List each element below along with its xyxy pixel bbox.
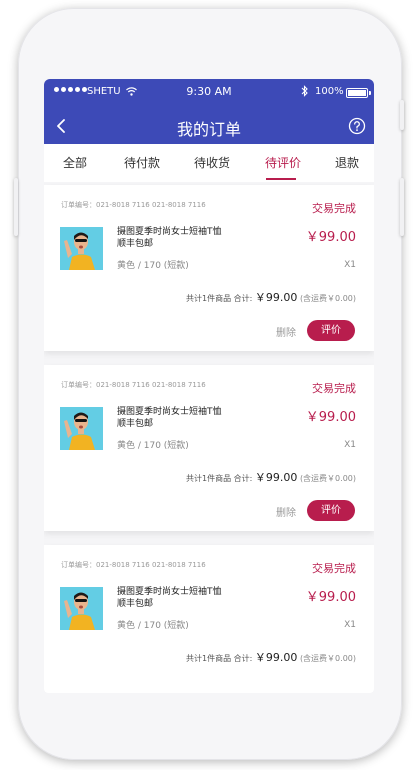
bluetooth-icon — [301, 85, 308, 97]
review-button[interactable]: 评价 — [307, 320, 355, 341]
order-total: ￥99.00 — [254, 651, 298, 664]
order-status: 交易完成 — [312, 202, 356, 215]
product-name[interactable]: 摄图夏季时尚女士短袖T恤 顺丰包邮 — [117, 226, 267, 250]
product-price: ￥99.00 — [305, 590, 356, 605]
product-quantity: X1 — [344, 620, 356, 630]
order-summary: 共计1件商品 合计: ￥99.00 (含运费￥0.00) — [186, 291, 356, 304]
product-price: ￥99.00 — [305, 230, 356, 245]
help-button[interactable] — [348, 117, 366, 135]
order-number: 订单编号：021-8018 7116 021-8018 7116 — [61, 561, 206, 569]
product-image[interactable] — [60, 407, 103, 450]
order-status: 交易完成 — [312, 562, 356, 575]
order-card: 订单编号：021-8018 7116 021-8018 7116 交易完成 摄图… — [44, 545, 374, 693]
tab-pending-review[interactable]: 待评价 — [265, 154, 301, 171]
product-spec: 黄色 / 170 (短款) — [117, 261, 189, 271]
delete-order-button[interactable]: 删除 — [276, 504, 296, 519]
tab-all[interactable]: 全部 — [63, 154, 87, 171]
product-quantity: X1 — [344, 440, 356, 450]
active-tab-indicator — [266, 178, 296, 180]
order-tabs: 全部 待付款 待收货 待评价 退款 — [44, 144, 374, 182]
product-quantity: X1 — [344, 260, 356, 270]
product-name[interactable]: 摄图夏季时尚女士短袖T恤 顺丰包邮 — [117, 586, 267, 610]
order-card: 订单编号：021-8018 7116 021-8018 7116 交易完成 摄图… — [44, 185, 374, 351]
tab-pending-receipt[interactable]: 待收货 — [194, 154, 230, 171]
battery-percent: 100% — [315, 86, 344, 97]
delete-order-button[interactable]: 删除 — [276, 324, 296, 339]
status-bar: SHETU 9:30 AM 100% — [44, 79, 374, 105]
product-spec: 黄色 / 170 (短款) — [117, 621, 189, 631]
order-number: 订单编号：021-8018 7116 021-8018 7116 — [61, 381, 206, 389]
product-spec: 黄色 / 170 (短款) — [117, 441, 189, 451]
page-title: 我的订单 — [176, 120, 241, 139]
top-bar: SHETU 9:30 AM 100% 我的订单 — [44, 79, 374, 144]
order-status: 交易完成 — [312, 382, 356, 395]
order-summary: 共计1件商品 合计: ￥99.00 (含运费￥0.00) — [186, 651, 356, 664]
order-number: 订单编号：021-8018 7116 021-8018 7116 — [61, 201, 206, 209]
app-screen: SHETU 9:30 AM 100% 我的订单 全部 待付款 待收货 待评价 退… — [44, 79, 374, 693]
product-name[interactable]: 摄图夏季时尚女士短袖T恤 顺丰包邮 — [117, 406, 267, 430]
order-total: ￥99.00 — [254, 291, 298, 304]
tab-pending-payment[interactable]: 待付款 — [124, 154, 160, 171]
side-button-right-lower — [400, 178, 404, 236]
review-button[interactable]: 评价 — [307, 500, 355, 521]
nav-bar: 我的订单 — [44, 109, 374, 144]
tab-refund[interactable]: 退款 — [335, 154, 359, 171]
order-card: 订单编号：021-8018 7116 021-8018 7116 交易完成 摄图… — [44, 365, 374, 531]
battery-icon — [346, 88, 371, 98]
order-summary: 共计1件商品 合计: ￥99.00 (含运费￥0.00) — [186, 471, 356, 484]
side-button-left — [14, 178, 18, 236]
product-image[interactable] — [60, 587, 103, 630]
order-total: ￥99.00 — [254, 471, 298, 484]
side-button-right — [400, 100, 404, 130]
product-price: ￥99.00 — [305, 410, 356, 425]
product-image[interactable] — [60, 227, 103, 270]
